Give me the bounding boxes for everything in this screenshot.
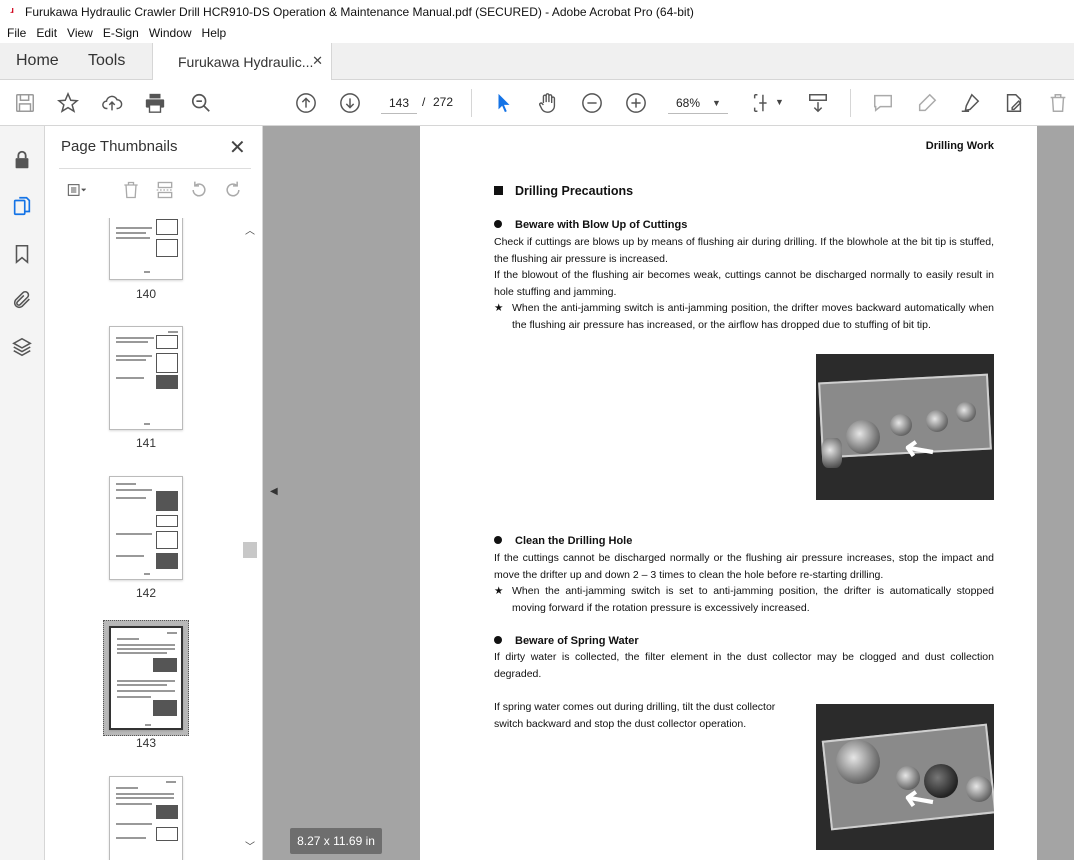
previous-page-icon[interactable] <box>294 91 318 115</box>
menu-help[interactable]: Help <box>197 26 232 40</box>
subsection-heading: Beware of Spring Water <box>494 635 639 647</box>
paragraph: If dirty water is collected, the filter … <box>494 651 994 680</box>
rotate-right-icon[interactable] <box>221 178 245 202</box>
menu-view[interactable]: View <box>62 26 98 40</box>
select-cursor-icon[interactable] <box>492 91 516 115</box>
star-marker: ★ <box>494 585 504 597</box>
page-size-badge: 8.27 x 11.69 in <box>290 828 382 854</box>
layers-icon[interactable] <box>10 335 34 359</box>
thumbnails-panel: Page Thumbnails ✕ 140 141 142 143 ︿ ﹀ <box>45 126 263 860</box>
thumbnail-label: 140 <box>135 287 157 301</box>
tab-document[interactable]: Furukawa Hydraulic... ✕ <box>152 43 332 80</box>
thumbnail-list: 140 141 142 143 <box>45 218 245 860</box>
panel-divider <box>59 168 251 169</box>
zoom-dropdown[interactable]: 68% ▼ <box>668 92 728 114</box>
save-icon[interactable] <box>13 91 37 115</box>
dust-collector-switch-photo: ↖ <box>816 704 994 850</box>
page-thumbnail-142[interactable] <box>109 476 183 580</box>
fit-page-icon[interactable] <box>750 91 774 115</box>
toolbar-divider <box>471 89 472 117</box>
menu-bar: File Edit View E-Sign Window Help <box>0 23 1074 43</box>
zoom-search-icon[interactable] <box>189 91 213 115</box>
thumbnail-label: 141 <box>135 436 157 450</box>
delete-icon[interactable] <box>1046 91 1070 115</box>
panel-title: Page Thumbnails <box>61 138 178 155</box>
menu-esign[interactable]: E-Sign <box>98 26 144 40</box>
scroll-mode-icon[interactable] <box>806 91 830 115</box>
fit-page-caret-icon[interactable]: ▼ <box>775 97 784 107</box>
thumbnail-scrollbar[interactable] <box>242 218 258 860</box>
sign-icon[interactable] <box>958 91 982 115</box>
close-panel-icon[interactable]: ✕ <box>229 135 246 160</box>
scroll-up-icon[interactable]: ︿ <box>245 222 255 237</box>
page-header: Drilling Work <box>925 140 994 152</box>
title-bar: ʴ Furukawa Hydraulic Crawler Drill HCR91… <box>0 0 1074 23</box>
star-marker: ★ <box>494 302 504 314</box>
page-thumbnails-icon[interactable] <box>10 194 34 218</box>
comment-icon[interactable] <box>871 91 895 115</box>
highlight-pen-icon[interactable] <box>915 91 939 115</box>
control-panel-photo: ↖ <box>816 354 994 500</box>
window-title: Furukawa Hydraulic Crawler Drill HCR910-… <box>25 4 694 19</box>
menu-file[interactable]: File <box>2 26 31 40</box>
tab-tools[interactable]: Tools <box>88 43 125 79</box>
scroll-down-icon[interactable]: ﹀ <box>245 838 255 853</box>
upload-cloud-icon[interactable] <box>100 91 124 115</box>
left-rail <box>0 126 45 860</box>
page-thumbnail-141[interactable] <box>109 326 183 430</box>
rotate-left-icon[interactable] <box>187 178 211 202</box>
thumbnail-label: 143 <box>135 736 157 750</box>
paragraph: If spring water comes out during drillin… <box>494 701 776 730</box>
print-icon[interactable] <box>143 91 167 115</box>
delete-page-icon[interactable] <box>119 178 143 202</box>
toolbar-divider <box>850 89 851 117</box>
bullet-icon <box>494 220 502 228</box>
thumbnail-options-icon[interactable] <box>59 178 95 202</box>
subsection-heading: Beware with Blow Up of Cuttings <box>494 219 687 231</box>
toolbar: ▼ <box>0 80 1074 126</box>
zoom-out-icon[interactable] <box>580 91 604 115</box>
total-pages: 272 <box>433 95 454 109</box>
scrollbar-thumb[interactable] <box>243 542 257 558</box>
acrobat-icon: ʴ <box>10 3 14 19</box>
menu-edit[interactable]: Edit <box>31 26 62 40</box>
page-separator: / <box>422 95 426 109</box>
collapse-panel-icon[interactable]: ◀ <box>270 486 278 497</box>
menu-window[interactable]: Window <box>144 26 197 40</box>
bookmark-icon[interactable] <box>10 242 34 266</box>
chevron-down-icon: ▼ <box>712 97 721 108</box>
extract-page-icon[interactable] <box>153 178 177 202</box>
hand-tool-icon[interactable] <box>536 91 560 115</box>
subsection-heading: Clean the Drilling Hole <box>494 535 632 547</box>
zoom-in-icon[interactable] <box>624 91 648 115</box>
page-thumbnail-143[interactable] <box>109 626 183 730</box>
paragraph: Check if cuttings are blows up by means … <box>494 236 994 265</box>
zoom-value: 68% <box>676 95 701 110</box>
tab-home[interactable]: Home <box>16 43 59 79</box>
bullet-icon <box>494 636 502 644</box>
page-number-input[interactable] <box>381 92 417 114</box>
note: ★ When the anti-jamming switch is anti-ja… <box>494 302 994 331</box>
next-page-icon[interactable] <box>338 91 362 115</box>
page-thumbnail-140[interactable] <box>109 218 183 280</box>
paragraph: If the blowout of the flushing air becom… <box>494 269 994 298</box>
pdf-page: Drilling Work Drilling Precautions Bewar… <box>420 126 1037 860</box>
square-bullet-icon <box>494 186 503 195</box>
edit-pdf-icon[interactable] <box>1002 91 1026 115</box>
thumbnail-label: 142 <box>135 586 157 600</box>
attachment-icon[interactable] <box>10 288 34 312</box>
bookmark-star-icon[interactable] <box>56 91 80 115</box>
page-thumbnail-144[interactable] <box>109 776 183 860</box>
note: ★ When the anti-jamming switch is set to … <box>494 585 994 614</box>
bullet-icon <box>494 536 502 544</box>
tab-document-label: Furukawa Hydraulic... <box>178 53 314 70</box>
close-tab-icon[interactable]: ✕ <box>312 53 323 69</box>
tab-bar: Home Tools Furukawa Hydraulic... ✕ <box>0 43 1074 80</box>
lock-icon[interactable] <box>10 148 34 172</box>
paragraph: If the cuttings cannot be discharged nor… <box>494 552 994 581</box>
section-title: Drilling Precautions <box>494 184 633 198</box>
